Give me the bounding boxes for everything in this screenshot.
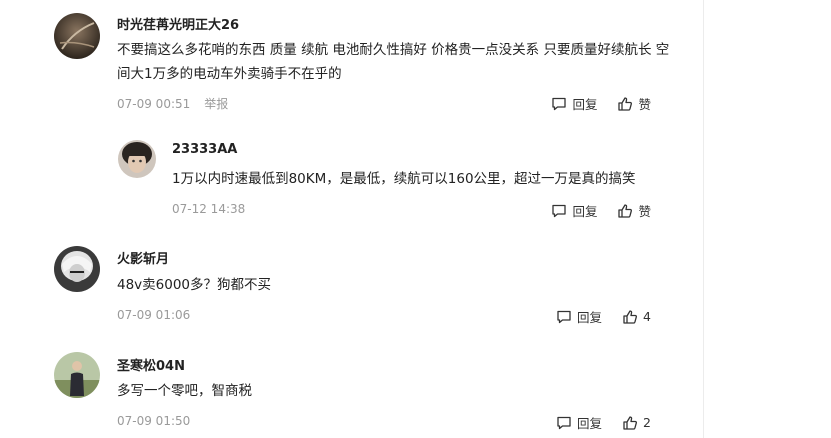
username[interactable]: 圣寒松04N [117,355,185,374]
timestamp: 07-09 00:51 [117,97,191,111]
reply-button[interactable]: 回复 [551,94,597,113]
comment-item: 火影斩月 48v卖6000多？狗都不买 07-09 01:06 回复 4 [0,238,703,338]
timestamp: 07-12 14:38 [172,202,246,216]
reply-item: 23333AA 1万以内时速最低到80KM，是最低，续航可以160公里，超过一万… [0,130,703,230]
like-button[interactable]: 赞 [617,94,651,113]
reply-label: 回复 [572,97,598,112]
comment-meta: 07-09 01:06 [117,308,190,322]
like-count: 赞 [638,97,651,112]
comment-meta: 07-12 14:38 [172,202,245,216]
reply-button[interactable]: 回复 [556,413,602,432]
reply-label: 回复 [577,310,603,325]
reply-label: 回复 [577,416,603,431]
avatar[interactable] [118,140,156,178]
comment-text: 不要搞这么多花哨的东西 质量 续航 电池耐久性搞好 价格贵一点没关系 只要质量好… [117,42,670,82]
comment-item: 时光荏苒光明正大26 不要搞这么多花哨的东西 质量 续航 电池耐久性搞好 价格贵… [0,0,703,120]
comment-meta: 07-09 00:51 举报 [117,95,228,112]
thumbs-up-icon [618,203,633,218]
reply-label: 回复 [572,204,598,219]
reply-icon [557,416,571,429]
like-button[interactable]: 2 [622,415,651,431]
reply-icon [557,310,571,323]
like-button[interactable]: 4 [622,309,651,325]
username[interactable]: 23333AA [172,142,237,157]
like-count: 4 [643,309,651,324]
comment-text: 多写一个零吧，智商税 [117,383,252,399]
comment-actions: 回复 赞 [551,94,651,113]
report-link[interactable]: 举报 [204,97,228,111]
reply-icon [552,97,567,110]
comment-text: 1万以内时速最低到80KM，是最低，续航可以160公里，超过一万是真的搞笑 [172,171,636,187]
username[interactable]: 火影斩月 [117,248,169,267]
timestamp: 07-09 01:06 [117,308,191,322]
comment-actions: 回复 赞 [551,201,651,220]
thumbs-up-icon [618,96,633,111]
like-count: 赞 [638,204,651,219]
like-count: 2 [643,415,651,430]
panel-divider [703,0,704,438]
reply-icon [552,204,567,217]
avatar[interactable] [54,352,100,398]
thumbs-up-icon [623,415,638,430]
comment-item: 圣寒松04N 多写一个零吧，智商税 07-09 01:50 回复 2 [0,345,703,438]
username[interactable]: 时光荏苒光明正大26 [117,14,239,33]
reply-button[interactable]: 回复 [551,201,597,220]
comment-actions: 回复 2 [556,413,651,432]
comment-text: 48v卖6000多？狗都不买 [117,277,272,293]
timestamp: 07-09 01:50 [117,414,191,428]
avatar[interactable] [54,13,100,59]
comment-meta: 07-09 01:50 [117,414,190,428]
comment-actions: 回复 4 [556,307,651,326]
like-button[interactable]: 赞 [617,201,651,220]
thumbs-up-icon [623,309,638,324]
avatar[interactable] [54,246,100,292]
reply-button[interactable]: 回复 [556,307,602,326]
